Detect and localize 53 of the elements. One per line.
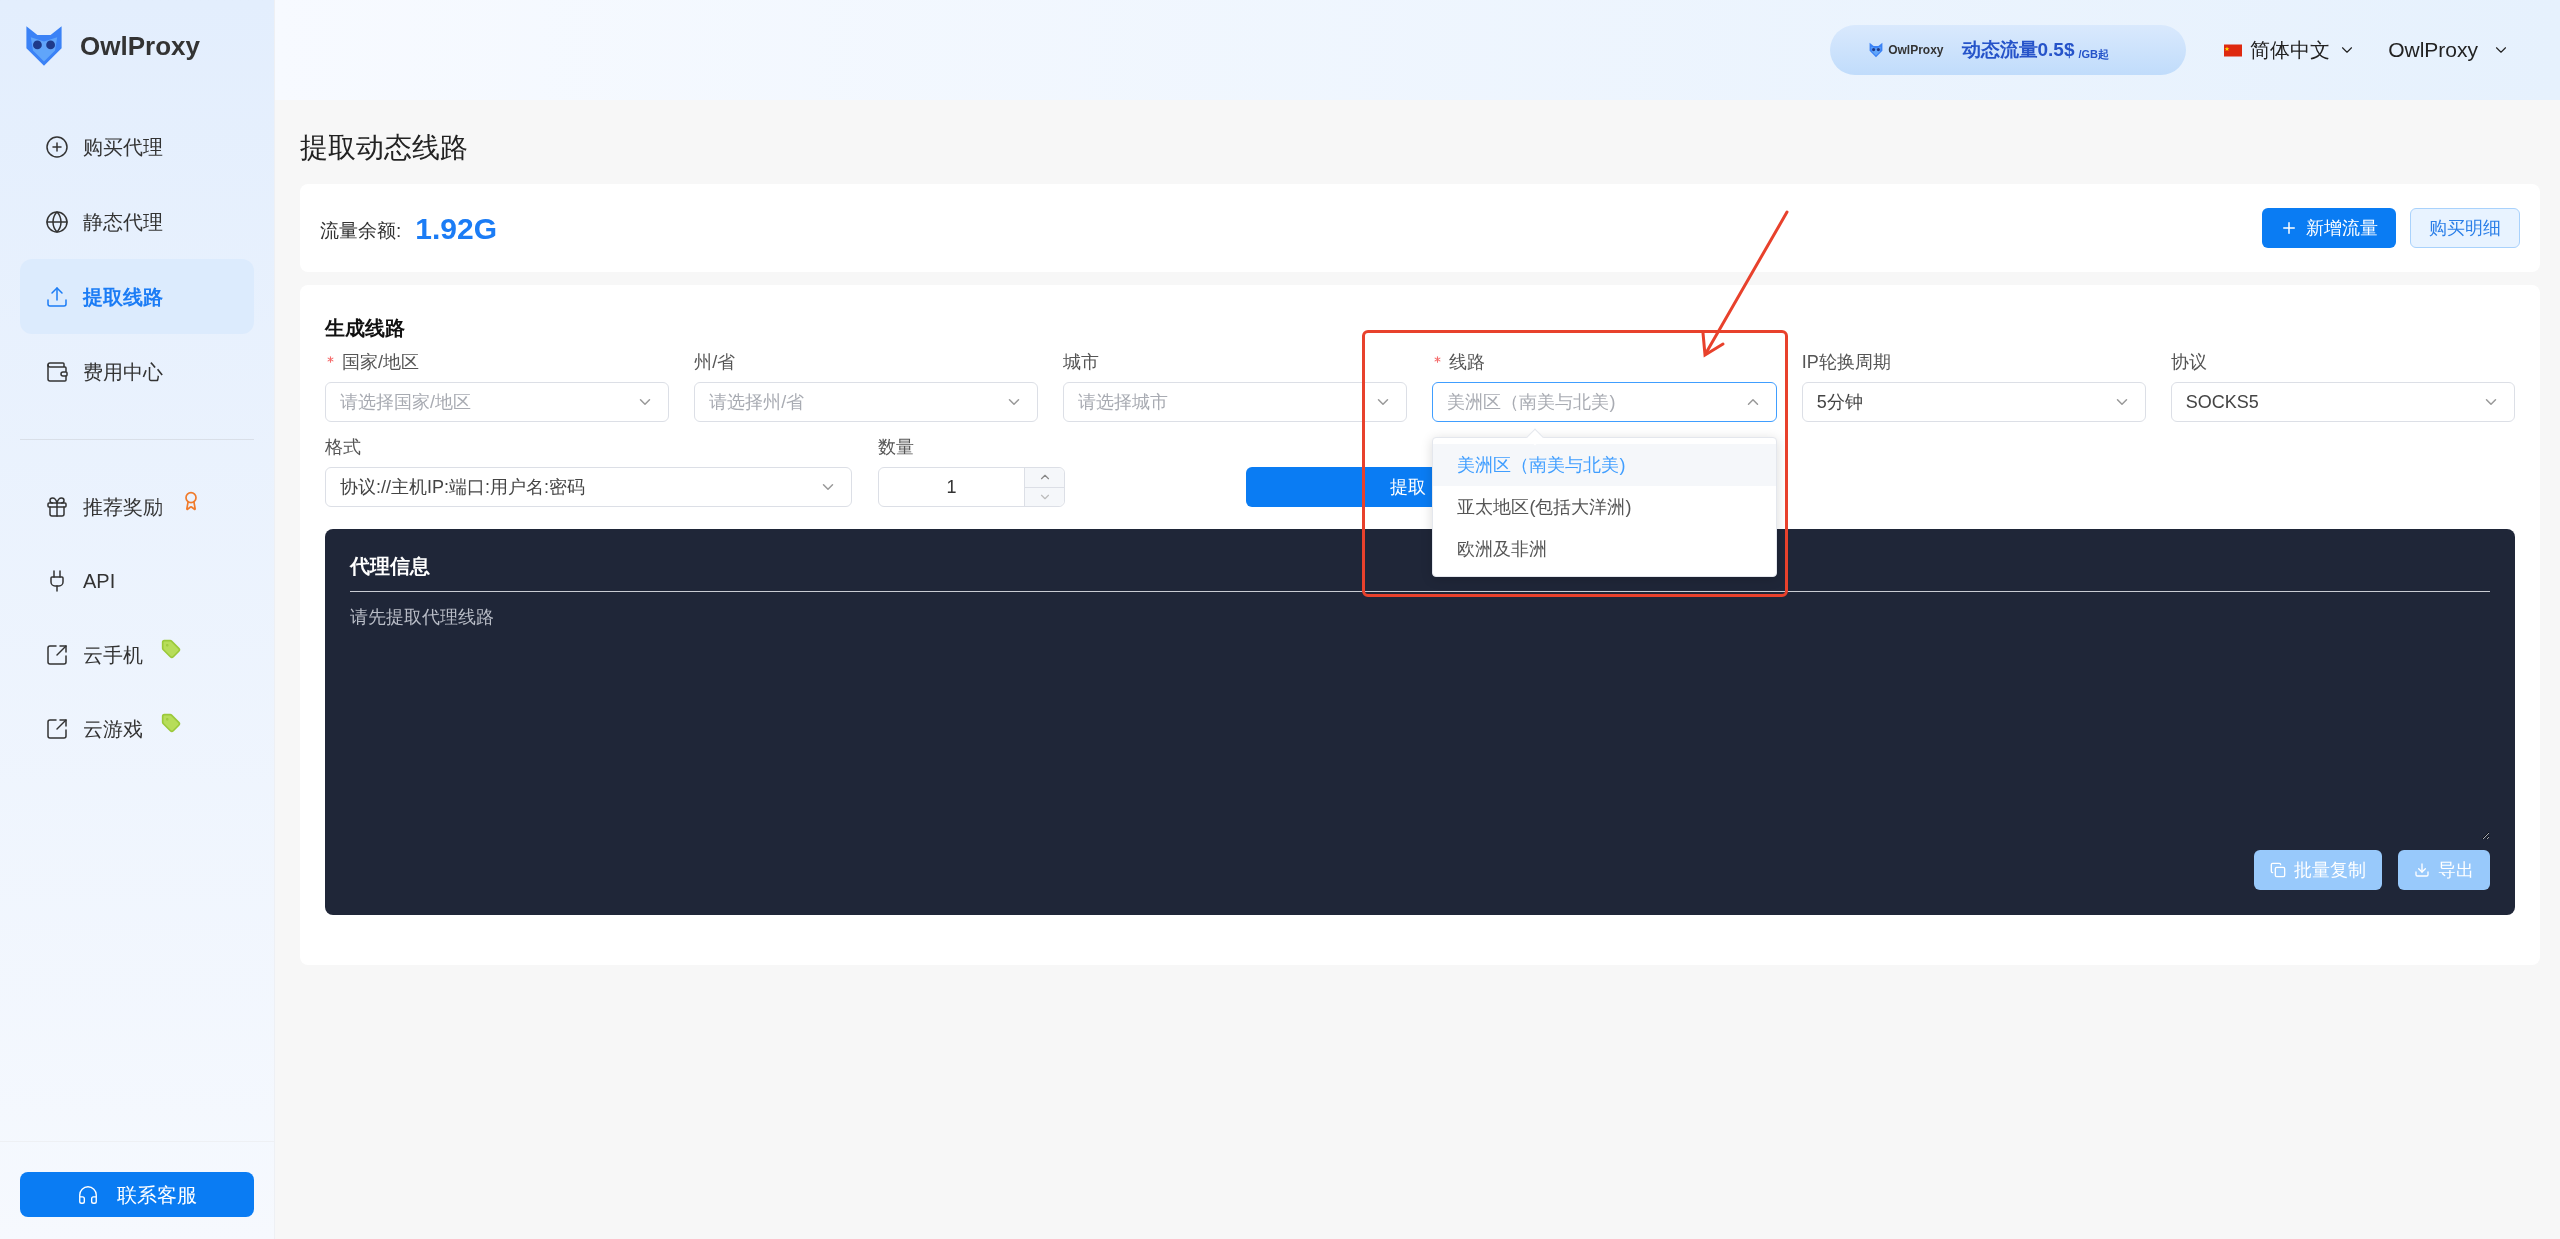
field-label: 线路 [1449, 351, 1486, 374]
select-value: 协议://主机IP:端口:用户名:密码 [340, 475, 586, 499]
page-title: 提取动态线路 [300, 131, 469, 165]
nav-item[interactable]: 云游戏 [83, 714, 143, 744]
select-placeholder: 请选择州/省 [709, 390, 806, 414]
number-field[interactable]: 1 [878, 467, 1065, 507]
owl-logo [1868, 42, 1885, 58]
headset-icon [77, 1183, 99, 1206]
gift-icon [45, 495, 69, 519]
plus-icon [2280, 219, 2298, 237]
balance-label: 流量余额: [320, 218, 402, 243]
user-menu[interactable]: OwlProxy [2388, 34, 2510, 66]
nav-item[interactable]: 购买代理 [20, 109, 254, 184]
nav-item[interactable]: 云手机 [83, 640, 143, 670]
add-traffic-button[interactable]: 新增流量 [2262, 208, 2396, 248]
flag-icon [2224, 43, 2243, 57]
select-value: 5分钟 [1816, 390, 1864, 414]
field-label: 数量 [878, 436, 914, 459]
nav-item[interactable]: 静态代理 [20, 184, 254, 259]
field-label: 城市 [1063, 351, 1100, 374]
download-icon [2414, 862, 2430, 878]
select-value: 美洲区（南美与北美) [1447, 390, 1617, 414]
nav-item[interactable]: API [83, 566, 116, 596]
balance-value: 1.92G [415, 210, 497, 247]
select-placeholder: 请选择城市 [1078, 390, 1170, 414]
select-value: SOCKS5 [2185, 390, 2260, 414]
upload-icon [45, 284, 69, 309]
share-icon [45, 643, 69, 667]
promo-brand: OwlProxy [1888, 42, 1944, 59]
language-select[interactable]: 简体中文 [2224, 35, 2357, 65]
copy-icon [2270, 862, 2286, 878]
section-title: 生成线路 [325, 316, 406, 341]
nav-item[interactable]: 推荐奖励 [83, 492, 163, 522]
plus-circle-icon [45, 134, 69, 159]
select-field[interactable]: 协议://主机IP:端口:用户名:密码 [325, 467, 852, 507]
brand-name: OwlProxy [80, 29, 200, 63]
select-placeholder: 请选择国家/地区 [340, 390, 472, 414]
field-label: 州/省 [694, 351, 736, 374]
promo-unit: /GB起 [2078, 46, 2110, 62]
wallet-icon [45, 359, 69, 384]
select-field[interactable]: SOCKS5 [2170, 382, 2515, 422]
share-icon [45, 717, 69, 741]
select-field[interactable]: 5分钟 [1801, 382, 2146, 422]
globe-icon [45, 209, 69, 234]
field-label: 格式 [325, 436, 361, 459]
field-label: 国家/地区 [342, 351, 419, 374]
promo-banner[interactable]: OwlProxy 动态流量0.5$ /GB起 [1830, 25, 2187, 75]
field-label: IP轮换周期 [1801, 351, 1891, 374]
nav-item[interactable]: 费用中心 [20, 334, 254, 409]
field-label: 协议 [2170, 351, 2207, 374]
promo-text: 动态流量0.5$ [1961, 37, 2075, 62]
purchase-details-button[interactable]: 购买明细 [2410, 208, 2520, 248]
support-button[interactable]: 联系客服 [20, 1172, 254, 1217]
